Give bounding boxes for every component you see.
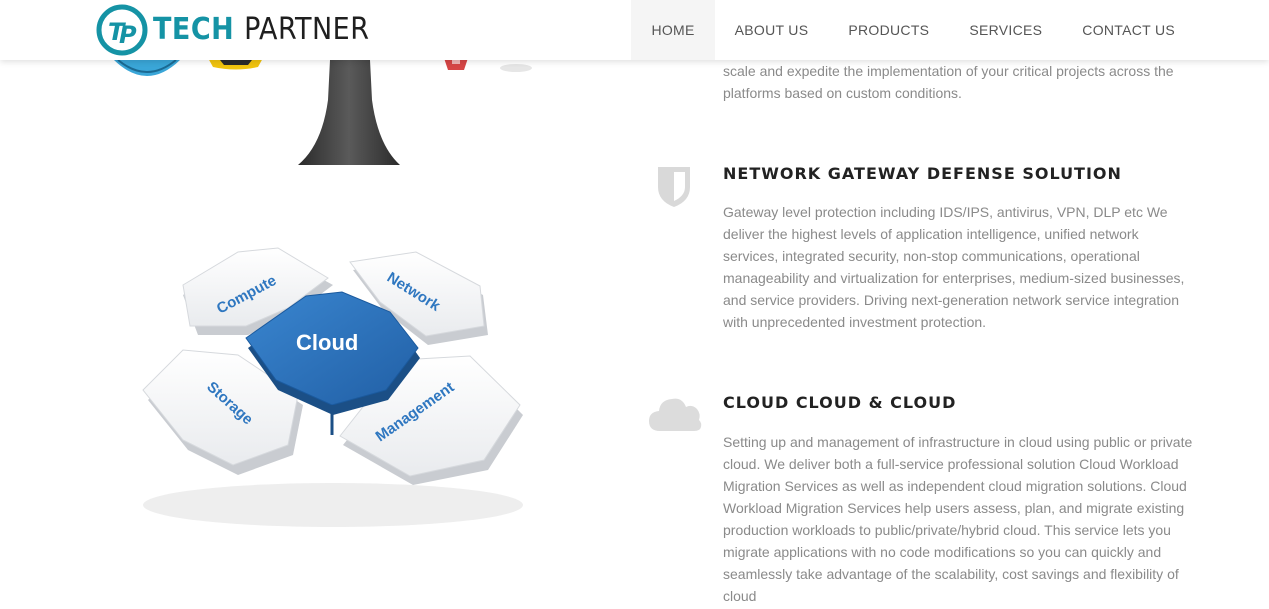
intro-paragraph: scale and expedite the implementation of… [723,63,1174,101]
logo-word-tech: TECH [153,12,235,47]
cloud-puzzle-image: Cloud Compute Network Storage Management [142,247,523,527]
section-title-cloud: CLOUD CLOUD & CLOUD [723,393,957,412]
nav-home[interactable]: HOME [631,0,715,60]
server-tower-image [298,60,400,165]
site-header: T P TECH PARTNER HOME ABOUT US PRODUCTS … [0,0,1269,60]
svg-text:P: P [119,21,137,49]
section-text-network-gateway: Gateway level protection including IDS/I… [723,204,1185,330]
section-text-cloud: Setting up and management of infrastruct… [723,434,1193,604]
logo[interactable]: T P TECH PARTNER [95,3,370,57]
nav-about-us[interactable]: ABOUT US [715,0,829,60]
nav-contact-us[interactable]: CONTACT US [1062,0,1195,60]
red-fragment-image [444,58,468,70]
cloud-icon [649,398,702,431]
logo-text: TECH PARTNER [153,15,370,45]
nav-products[interactable]: PRODUCTS [828,0,949,60]
globe-fragment-image [114,58,180,76]
logo-word-partner: PARTNER [244,12,370,47]
puzzle-label-cloud: Cloud [296,330,358,355]
shield-icon [658,167,690,207]
nav-services[interactable]: SERVICES [949,0,1062,60]
logo-mark-icon: T P [96,4,148,56]
section-title-network-gateway: NETWORK GATEWAY DEFENSE SOLUTION [723,164,1122,183]
gray-fragment-image [500,64,532,72]
main-nav: HOME ABOUT US PRODUCTS SERVICES CONTACT … [631,0,1195,60]
